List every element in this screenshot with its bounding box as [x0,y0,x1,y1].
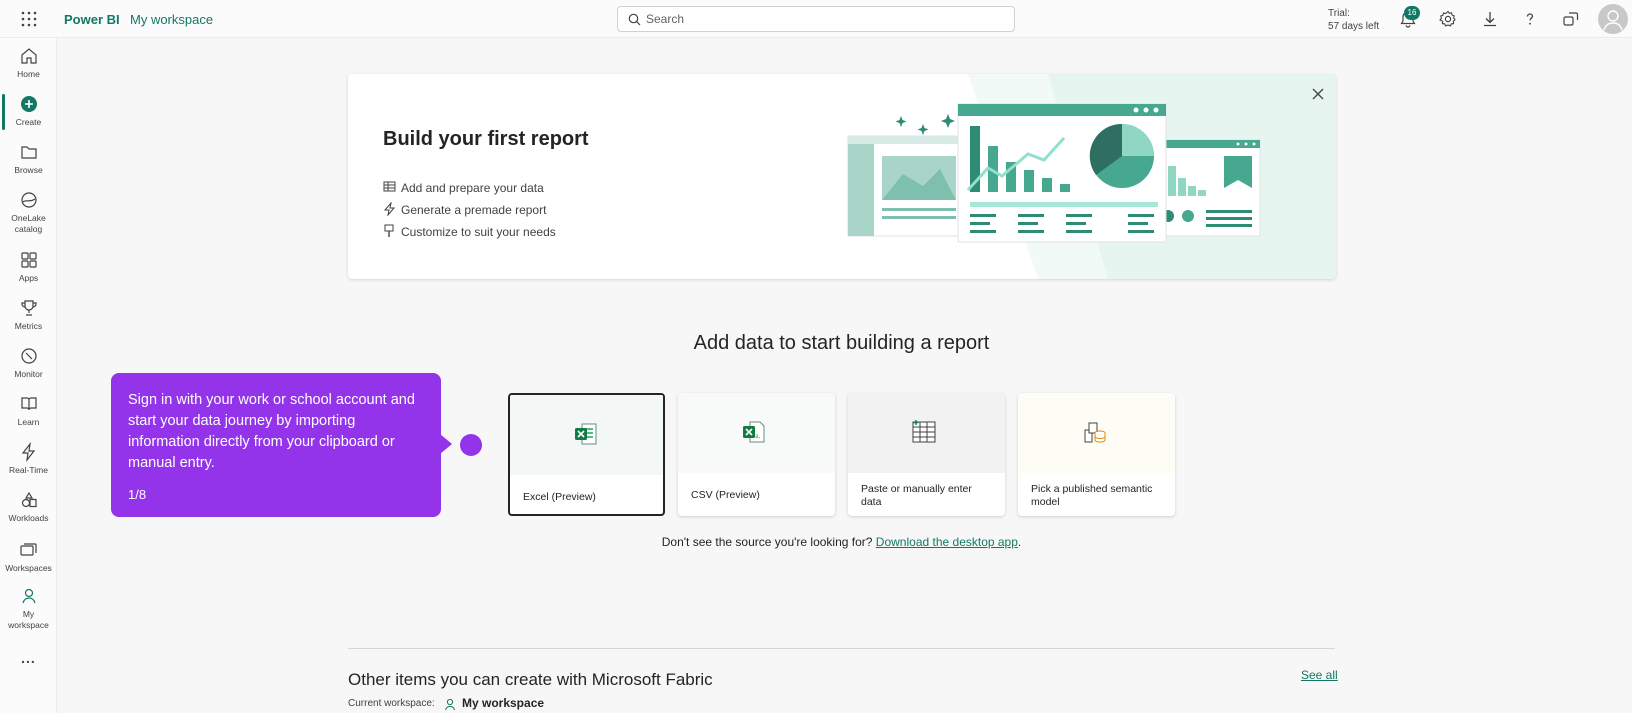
nav-label-onelake: OneLake catalog [0,213,57,235]
add-data-title: Add data to start building a report [693,332,990,354]
nav-label-workspaces: Workspaces [5,563,52,573]
nav-label-home: Home [17,69,40,79]
notification-badge: 16 [1404,6,1420,20]
current-workspace-value[interactable]: My workspace [462,696,544,710]
nav-item-onelake[interactable]: OneLake catalog [0,190,57,235]
banner-bullet-text: Generate a premade report [401,203,547,217]
lightning-icon [383,202,396,216]
nav-label-monitor: Monitor [14,369,43,379]
nav-item-apps[interactable]: Apps [0,250,57,284]
nav-label-apps: Apps [18,273,39,283]
hint-suffix: . [1017,535,1022,549]
download-icon[interactable] [1480,9,1500,29]
search-box[interactable] [617,6,1015,32]
paste-data-card[interactable]: Paste or manually enter data [848,393,1005,516]
table-grid-icon [912,420,936,443]
workloads-icon [21,491,37,508]
card-label: Excel (Preview) [523,491,596,503]
trial-label: Trial: [1328,8,1350,19]
tooltip-arrow [440,434,452,454]
apps-icon [20,252,37,268]
card-label: CSV (Preview) [691,489,760,501]
brand-name[interactable]: Power BI [64,12,120,27]
workspace-breadcrumb[interactable]: My workspace [130,12,213,27]
tooltip-text: Sign in with your work or school account… [128,392,415,471]
nav-label-my-line1: My [22,609,35,619]
top-bar: Power BI My workspace Trial: 57 days lef… [0,0,1632,38]
banner-title: Build your first report [383,128,589,150]
nav-item-my-workspace[interactable]: My workspace [0,586,57,631]
card-label: Paste or manually enter data [861,483,972,509]
gear-icon[interactable] [1438,9,1458,29]
close-icon[interactable] [1310,86,1326,102]
nav-label-create: Create [15,117,42,127]
section-divider [348,648,1335,649]
card-label-line2: model [1031,496,1060,508]
nav-label-realtime: Real-Time [9,465,48,475]
nav-item-workloads[interactable]: Workloads [0,490,57,524]
see-all-link[interactable]: See all [1301,668,1338,682]
search-input[interactable] [646,10,1006,28]
build-report-banner: Build your first report Add and prepare … [348,74,1336,279]
person-icon [445,698,455,711]
onelake-icon [20,192,37,208]
avatar[interactable] [1598,4,1628,34]
home-icon [20,48,37,64]
hint-text: Don't see the source you're looking for? [661,535,873,549]
share-feedback-icon[interactable] [1561,9,1581,29]
semantic-model-card[interactable]: Pick a published semantic model [1018,393,1175,516]
book-icon [20,397,37,411]
search-icon [628,13,641,26]
nav-label-onelake-line1: OneLake [11,213,46,223]
tooltip-step-counter: 1/8 [128,487,147,502]
nav-item-create[interactable]: Create [0,94,57,128]
current-workspace-label: Current workspace: [348,698,435,709]
nav-item-metrics[interactable]: Metrics [0,298,57,332]
guide-hotspot[interactable] [460,434,482,456]
more-options-button[interactable]: ... [0,650,57,666]
nav-label-workloads: Workloads [8,513,49,523]
card-label-line1: Pick a published semantic [1031,483,1153,495]
person-icon [21,588,36,604]
semantic-model-icon [1084,422,1106,443]
trophy-icon [20,300,37,316]
card-label-line1: Paste or manually enter [861,483,972,495]
nav-label-my-workspace: My workspace [0,609,57,631]
table-icon [383,181,396,192]
trial-status[interactable]: Trial: 57 days left [1328,7,1379,33]
nav-label-my-line2: workspace [8,620,49,630]
banner-bullet-text: Customize to suit your needs [401,225,556,239]
nav-item-home[interactable]: Home [0,46,57,80]
guide-tooltip: Sign in with your work or school account… [111,373,441,517]
excel-source-card[interactable]: Excel (Preview) [508,393,665,516]
folder-icon [20,146,37,159]
source-hint: Don't see the source you're looking for?… [0,535,1632,549]
download-desktop-app-link[interactable]: Download the desktop app [876,535,1018,549]
nav-label-browse: Browse [14,165,43,175]
help-icon[interactable] [1520,9,1540,29]
banner-bullet-text: Add and prepare your data [401,181,544,195]
csv-source-card[interactable]: a, CSV (Preview) [678,393,835,516]
other-items-title: Other items you can create with Microsof… [348,670,713,689]
lightning-icon [21,442,35,462]
nav-item-browse[interactable]: Browse [0,142,57,176]
banner-illustration [847,74,1336,279]
app-launcher-icon[interactable] [20,11,38,27]
left-nav: Home Create Browse OneLake catalog Apps M… [0,38,57,713]
svg-text:a,: a, [755,433,761,440]
brush-icon [384,224,394,237]
create-icon [20,96,37,112]
nav-label-onelake-line2: catalog [14,224,43,234]
person-icon [1603,10,1623,31]
nav-item-realtime[interactable]: Real-Time [0,442,57,476]
nav-item-learn[interactable]: Learn [0,394,57,428]
card-label: Pick a published semantic model [1031,483,1152,509]
csv-icon: a, [743,421,765,443]
nav-label-metrics: Metrics [14,321,43,331]
trial-days-left: 57 days left [1328,21,1380,32]
nav-label-learn: Learn [17,417,40,427]
card-label-line2: data [861,496,882,508]
excel-icon [575,423,597,445]
